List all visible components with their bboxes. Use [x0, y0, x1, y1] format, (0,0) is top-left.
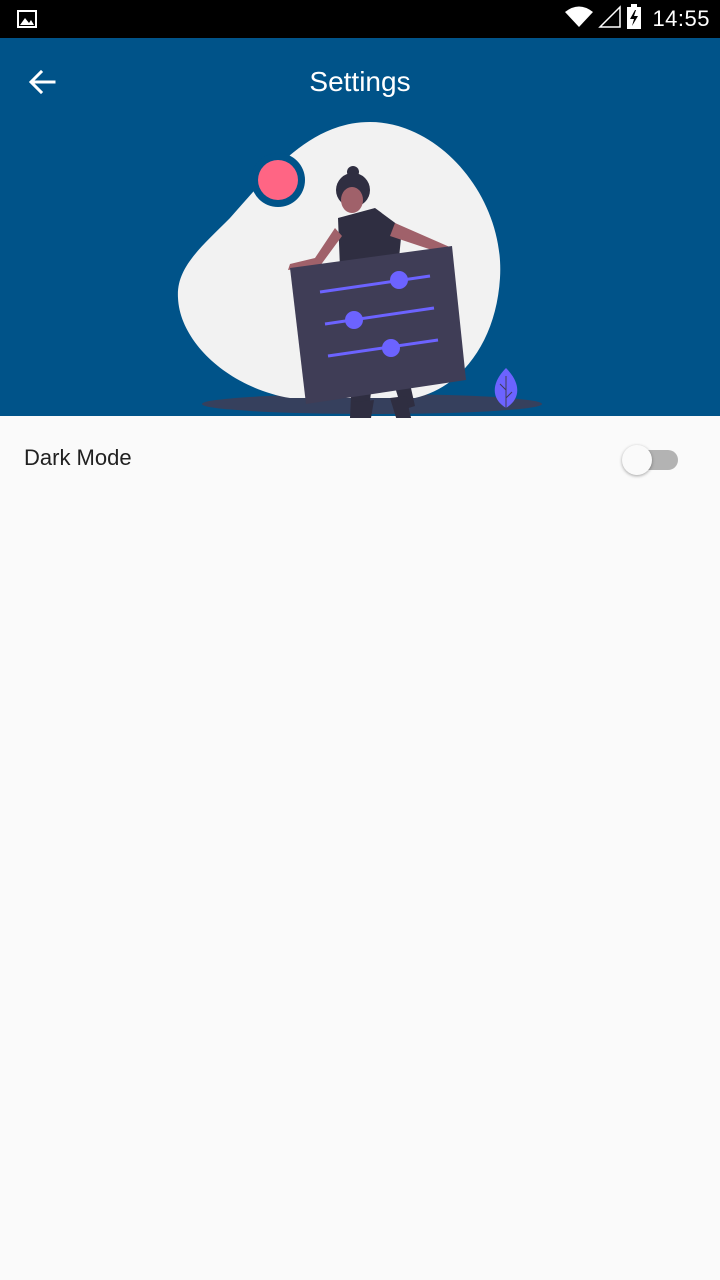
signal-icon	[598, 4, 622, 34]
status-bar: 14:55	[0, 0, 720, 38]
wifi-icon	[564, 5, 594, 34]
page-title: Settings	[309, 66, 411, 97]
status-time: 14:55	[652, 6, 710, 31]
dark-mode-toggle[interactable]	[622, 444, 678, 475]
toggle-thumb	[622, 445, 652, 475]
settings-illustration	[170, 118, 550, 444]
setting-label-dark-mode: Dark Mode	[24, 445, 132, 470]
image-icon	[16, 8, 38, 30]
battery-charging-icon	[626, 3, 642, 35]
setting-item-dark-mode[interactable]: Dark Mode	[0, 416, 720, 500]
header: Settings	[0, 38, 720, 444]
status-icons: 14:55	[564, 0, 710, 38]
